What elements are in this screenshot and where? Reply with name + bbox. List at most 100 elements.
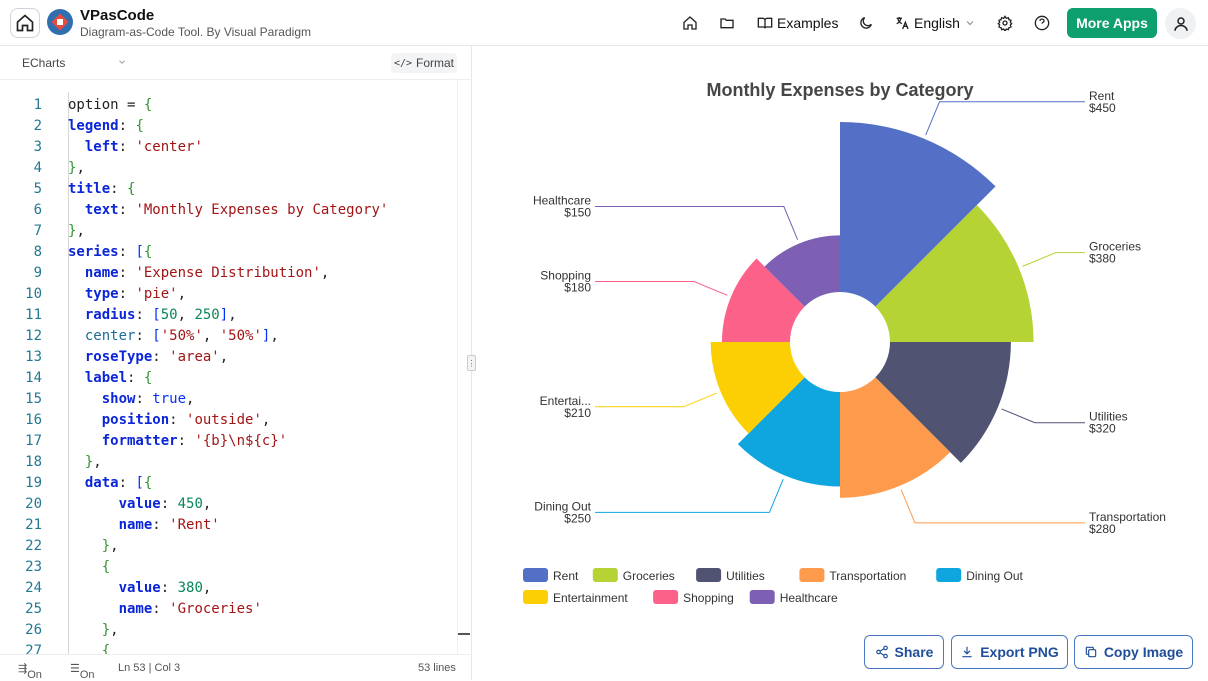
code-text: value: 450, — [118, 496, 212, 512]
more-apps-button[interactable]: More Apps — [1067, 8, 1157, 38]
line-count: 53 lines — [418, 662, 456, 674]
label-leader-line — [595, 205, 799, 240]
slice-value-label: $320 — [1089, 422, 1116, 436]
code-text: position: 'outside', — [101, 412, 271, 428]
gear-icon — [997, 15, 1013, 31]
app-logo — [46, 8, 74, 36]
moon-icon — [860, 17, 872, 29]
theme-toggle-button[interactable] — [856, 13, 876, 33]
label-leader-line — [1001, 408, 1085, 424]
examples-label: Examples — [777, 15, 839, 31]
help-circle-icon — [1034, 15, 1050, 31]
code-text: roseType: 'area', — [84, 349, 229, 365]
examples-button[interactable]: Examples — [757, 13, 838, 33]
language-select[interactable]: English — [894, 13, 976, 33]
editor-toolbar: ECharts </> Format — [0, 46, 472, 80]
home-icon — [683, 16, 697, 30]
open-folder-button[interactable] — [717, 13, 737, 33]
cursor-position: Ln 53 | Col 3 — [118, 662, 181, 674]
chevron-down-icon[interactable] — [117, 57, 127, 67]
label-leader-line — [925, 101, 1085, 136]
legend-item-dining-out: Dining Out — [966, 569, 1023, 583]
slice-value-label: $280 — [1089, 522, 1116, 536]
slice-value-label: $150 — [564, 205, 591, 219]
legend-item-utilities: Utilities — [726, 569, 765, 583]
format-button[interactable]: </> Format — [391, 53, 457, 73]
home-logo-button[interactable] — [10, 8, 40, 38]
format-label: Format — [416, 56, 455, 70]
app-title: VPasCode — [80, 7, 155, 24]
legend-swatch — [523, 568, 548, 582]
label-leader-line — [1022, 252, 1085, 267]
code-text: }, — [68, 160, 85, 176]
scrollbar-position-marker — [458, 633, 470, 635]
user-avatar-button[interactable] — [1165, 8, 1196, 39]
code-text: formatter: '{b}\n${c}' — [101, 433, 288, 449]
line-number: 26 — [25, 622, 42, 638]
line-number: 22 — [25, 538, 42, 554]
code-text: name: 'Groceries' — [118, 601, 262, 617]
share-icon — [875, 645, 888, 659]
code-text: option = { — [68, 97, 153, 113]
line-number: 2 — [33, 118, 42, 134]
code-text: }, — [101, 622, 119, 638]
line-number: 25 — [25, 601, 42, 617]
line-number: 6 — [33, 202, 42, 218]
code-text-area[interactable]: 1 option = {2 legend: {3 left: 'center' 4},… — [0, 92, 458, 654]
diagram-language-select[interactable]: ECharts — [22, 56, 65, 70]
user-icon — [1173, 16, 1188, 31]
legend-swatch — [799, 568, 825, 582]
legend-item-transportation: Transportation — [829, 569, 906, 583]
legend-swatch — [592, 568, 618, 582]
code-text: }, — [84, 454, 102, 470]
line-number: 27 — [25, 643, 42, 654]
minimap-status: On — [79, 669, 95, 681]
line-number: 20 — [25, 496, 42, 512]
slice-value-label: $380 — [1089, 252, 1116, 266]
code-text: name: 'Rent' — [118, 517, 220, 533]
line-number: 21 — [25, 517, 42, 533]
settings-button[interactable] — [995, 13, 1015, 33]
minimap-toggle[interactable]: ☰ On — [70, 662, 95, 681]
wrap-toggle[interactable]: ⇶ On — [18, 662, 42, 681]
label-leader-line — [595, 478, 784, 513]
app-header: VPasCode Diagram-as-Code Tool. By Visual… — [0, 0, 1208, 46]
legend-item-healthcare: Healthcare — [780, 591, 838, 605]
home-nav-button[interactable] — [680, 13, 700, 33]
chevron-down-icon — [966, 21, 974, 26]
code-text: show: true, — [101, 391, 195, 407]
slice-value-label: $210 — [564, 406, 591, 420]
share-button[interactable]: Share — [864, 635, 944, 669]
line-number: 17 — [25, 433, 42, 449]
code-text: legend: { — [68, 118, 144, 134]
copy-icon — [1085, 646, 1097, 658]
language-label: English — [914, 15, 960, 31]
line-number: 15 — [25, 391, 42, 407]
copy-image-button[interactable]: Copy Image — [1074, 635, 1193, 669]
download-icon — [962, 646, 972, 658]
home-icon — [16, 14, 34, 32]
help-button[interactable] — [1032, 13, 1052, 33]
line-number: 7 — [33, 223, 42, 239]
line-number: 1 — [33, 97, 42, 113]
line-number: 4 — [33, 160, 42, 176]
copy-image-label: Copy Image — [1103, 644, 1184, 660]
editor-status-bar: ⇶ On ☰ On Ln 53 | Col 3 53 lines — [0, 654, 472, 681]
label-leader-line — [900, 489, 1085, 524]
line-number: 18 — [25, 454, 42, 470]
line-number: 16 — [25, 412, 42, 428]
code-text: }, — [101, 538, 119, 554]
code-text: radius: [50, 250], — [84, 307, 237, 323]
code-text: }, — [68, 223, 85, 239]
export-png-button[interactable]: Export PNG — [951, 635, 1068, 669]
line-number: 8 — [33, 244, 42, 260]
book-icon — [757, 17, 773, 29]
code-text: value: 380, — [118, 580, 212, 596]
share-label: Share — [894, 644, 934, 660]
line-number: 3 — [33, 139, 42, 155]
line-number: 13 — [25, 349, 42, 365]
slice-value-label: $450 — [1089, 101, 1116, 115]
code-text: center: ['50%', '50%'], — [84, 328, 279, 344]
vpascode-logo-icon — [47, 9, 73, 35]
legend-item-entertainment: Entertainment — [553, 591, 628, 605]
